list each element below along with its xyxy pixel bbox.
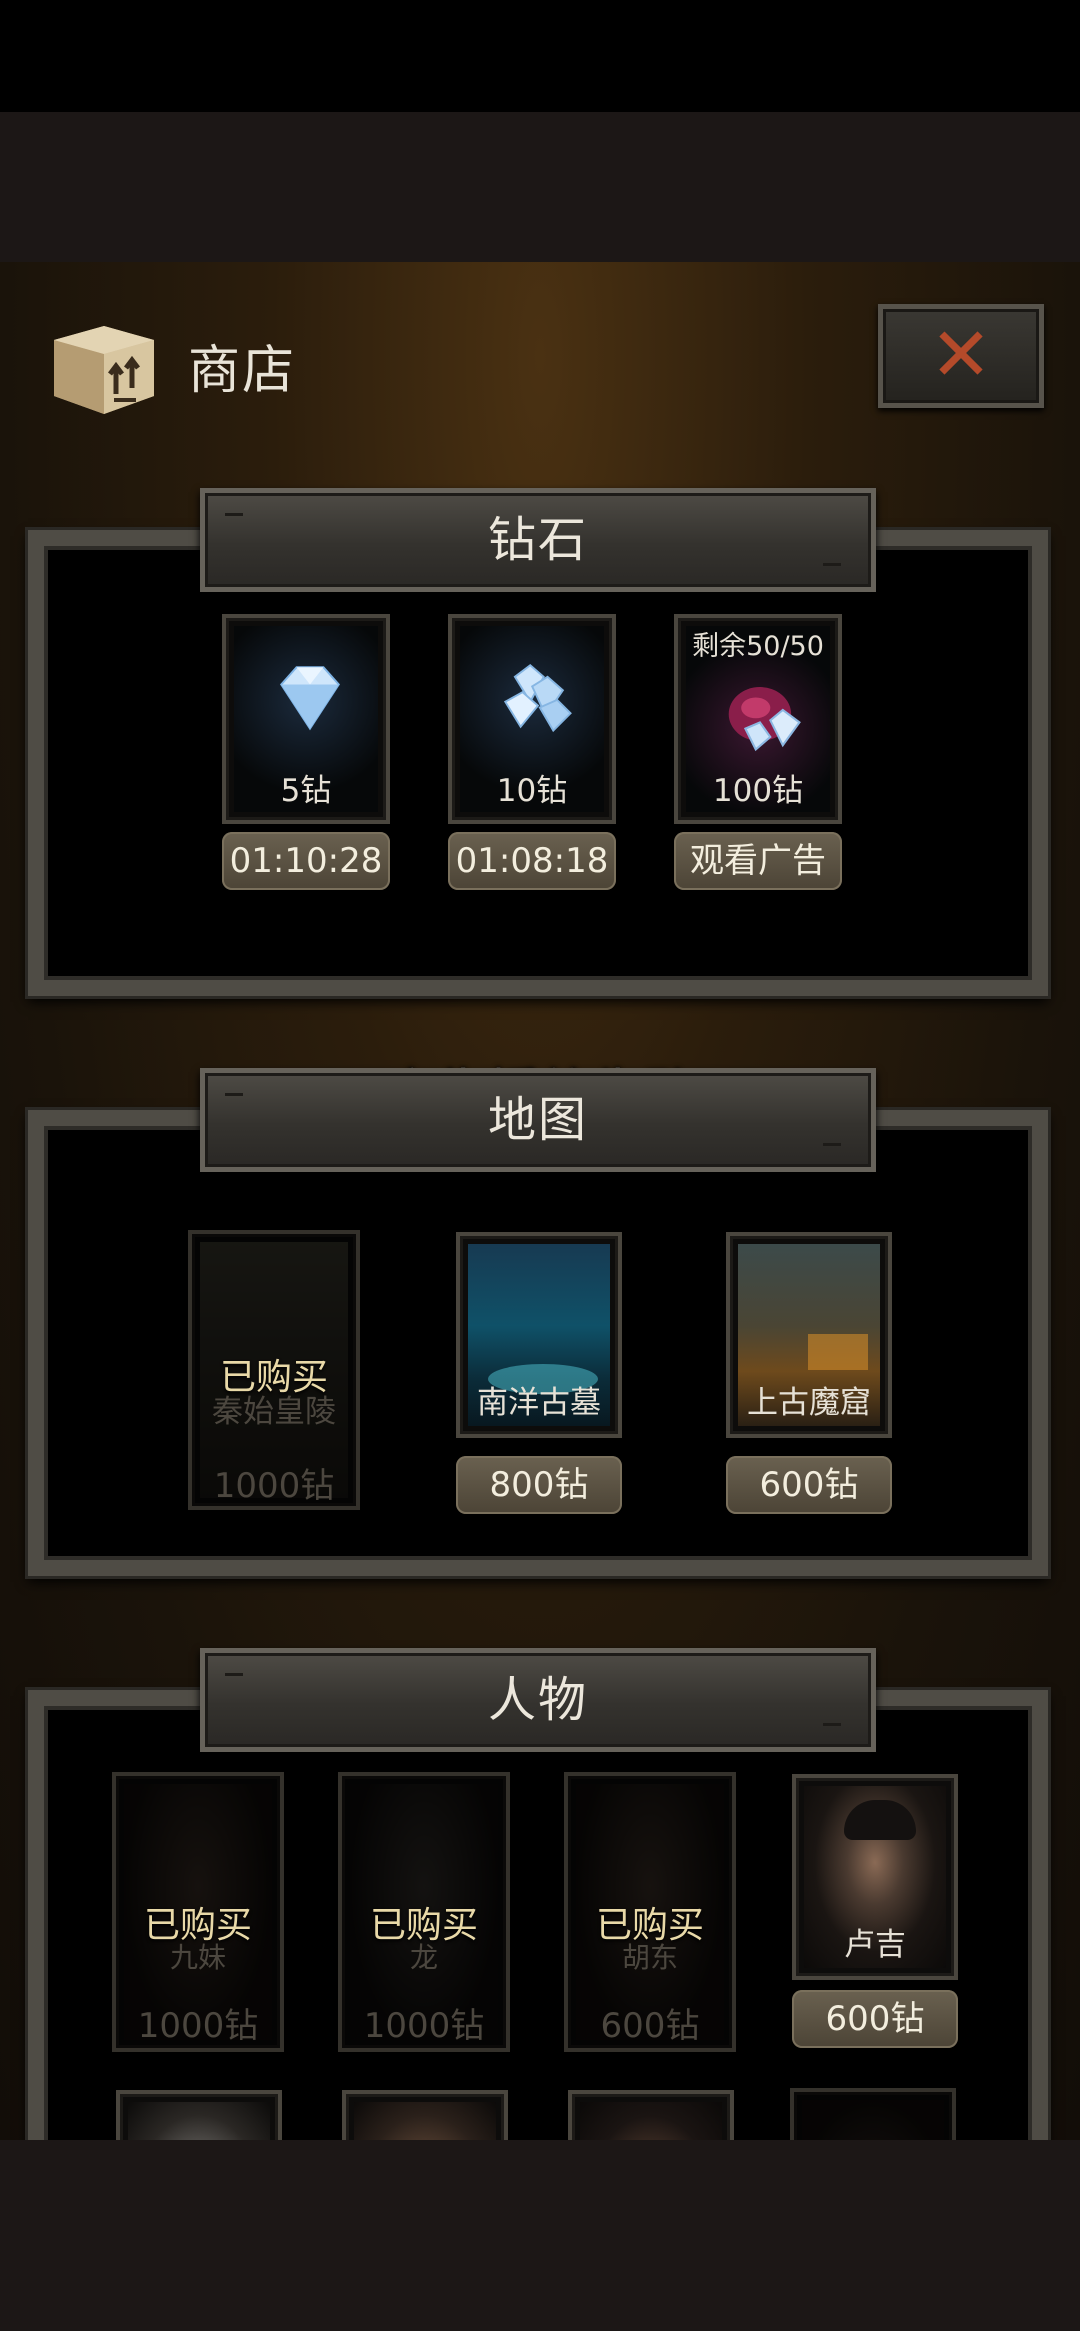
character-card-hudong[interactable]: 已购买 胡东 600钻 [564, 1772, 736, 2052]
purchased-overlay [794, 2092, 952, 2140]
character-name: 九妹 [169, 1941, 226, 1974]
diamond-amount-label: 5钻 [280, 773, 332, 809]
package-box-icon [54, 326, 154, 414]
character-name: 龙 [409, 1941, 438, 1974]
character-card-next-2[interactable] [342, 2090, 508, 2140]
map-name: 上古魔窟 [747, 1385, 871, 1421]
character-portrait [128, 2102, 270, 2140]
watch-ad-button[interactable]: 观看广告 [674, 832, 842, 890]
map-price: 1000钻 [213, 1466, 335, 1506]
diamond-cluster-icon [503, 664, 572, 733]
map-title-text: 地图 [487, 1092, 588, 1148]
character-portrait [354, 2102, 496, 2140]
bottom-band [0, 2140, 1080, 2331]
character-card-next-1[interactable] [116, 2090, 282, 2140]
character-name: 卢吉 [844, 1927, 906, 1963]
diamond-card-100[interactable]: 剩余50/50 100钻 [674, 614, 842, 824]
ad-remaining-count: 剩余50/50 [692, 631, 824, 662]
character-price: 600钻 [600, 2006, 700, 2046]
character-card-luji[interactable]: 卢吉 [792, 1774, 958, 1980]
close-button[interactable]: ✕ [878, 304, 1044, 408]
character-card-next-4[interactable] [790, 2088, 956, 2140]
top-band [0, 112, 1080, 262]
buy-character-button-luji[interactable]: 600钻 [792, 1990, 958, 2048]
map-card-qin[interactable]: 已购买 秦始皇陵 1000钻 [188, 1230, 360, 1510]
character-section-title: 人物 [200, 1648, 876, 1752]
close-x-icon[interactable]: ✕ [883, 309, 1039, 403]
diamond-amount-label: 100钻 [712, 773, 804, 809]
character-portrait [580, 2102, 722, 2140]
character-card-jiumei[interactable]: 已购买 九妹 1000钻 [112, 1772, 284, 2052]
character-name: 胡东 [621, 1941, 678, 1974]
character-title-text: 人物 [487, 1672, 588, 1728]
character-card-next-3[interactable] [568, 2090, 734, 2140]
diamond-timer-button-1[interactable]: 01:10:28 [222, 832, 390, 890]
map-name: 秦始皇陵 [212, 1394, 336, 1430]
shop-header: 商店 ✕ [48, 304, 1044, 430]
shop-title: 商店 [188, 341, 297, 401]
diamond-card-5[interactable]: 5钻 [222, 614, 390, 824]
character-price: 1000钻 [363, 2006, 485, 2046]
shop-screen: 商店 ✕ 钻石 5钻 01:10:28 10钻 01:08:18 剩余50/50… [0, 262, 1080, 2140]
diamond-section-title: 钻石 [200, 488, 876, 592]
map-section-title: 地图 [200, 1068, 876, 1172]
diamond-card-10[interactable]: 10钻 [448, 614, 616, 824]
map-name: 南洋古墓 [477, 1385, 601, 1421]
map-card-nanyang[interactable]: 南洋古墓 [456, 1232, 622, 1438]
treasure-bag-icon [728, 687, 801, 752]
diamond-timer-button-2[interactable]: 01:08:18 [448, 832, 616, 890]
map-card-shanggu[interactable]: 上古魔窟 [726, 1232, 892, 1438]
diamond-title-text: 钻石 [487, 512, 588, 568]
diamond-amount-label: 10钻 [496, 773, 568, 809]
diamond-single-icon [279, 666, 341, 731]
status-bar [0, 0, 1080, 112]
buy-map-button-shanggu[interactable]: 600钻 [726, 1456, 892, 1514]
character-card-long[interactable]: 已购买 龙 1000钻 [338, 1772, 510, 2052]
buy-map-button-nanyang[interactable]: 800钻 [456, 1456, 622, 1514]
character-price: 1000钻 [137, 2006, 259, 2046]
